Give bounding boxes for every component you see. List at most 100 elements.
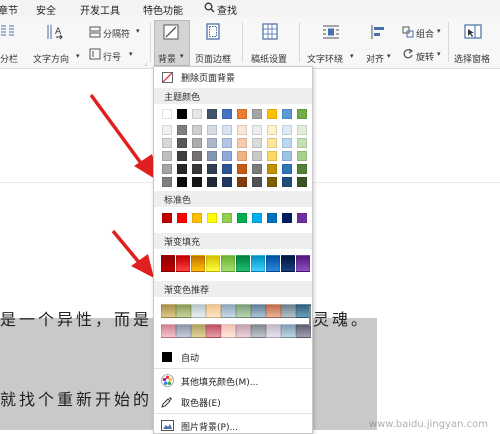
more-colors-item[interactable]: 其他填充颜色(M)... (154, 372, 312, 390)
text-wrap-button[interactable]: 文字环绕 (307, 52, 343, 65)
theme-color-swatch[interactable] (177, 109, 187, 119)
standard-color-swatch[interactable] (207, 213, 217, 223)
gradient-fill-swatch[interactable] (266, 255, 280, 272)
theme-shade-swatch[interactable] (177, 177, 187, 187)
recommended-gradient-swatch[interactable] (176, 304, 191, 318)
theme-shade-swatch[interactable] (297, 177, 307, 187)
theme-shade-swatch[interactable] (297, 125, 307, 135)
rotate-icon[interactable] (402, 48, 414, 63)
theme-shade-swatch[interactable] (237, 125, 247, 135)
theme-shade-swatch[interactable] (162, 125, 172, 135)
line-number-button[interactable]: 行号 (103, 50, 121, 63)
background-button[interactable]: 背景 (158, 52, 176, 65)
theme-color-swatch[interactable] (222, 109, 232, 119)
gradient-fill-swatch[interactable] (281, 255, 295, 272)
recommended-gradient-swatch[interactable] (281, 324, 296, 338)
gradient-fill-swatch[interactable] (236, 255, 250, 272)
theme-color-swatch[interactable] (282, 109, 292, 119)
theme-color-swatch[interactable] (297, 109, 307, 119)
gradient-fill-swatch[interactable] (221, 255, 235, 272)
line-number-icon[interactable] (89, 48, 101, 63)
theme-shade-swatch[interactable] (252, 125, 262, 135)
recommended-gradient-swatch[interactable] (266, 304, 281, 318)
recommended-gradient-swatch[interactable] (206, 324, 221, 338)
theme-color-swatch[interactable] (237, 109, 247, 119)
theme-shade-swatch[interactable] (162, 151, 172, 161)
background-icon[interactable] (163, 24, 179, 43)
recommended-gradient-swatch[interactable] (176, 324, 191, 338)
text-direction-icon[interactable]: A (45, 22, 65, 45)
theme-shade-swatch[interactable] (177, 164, 187, 174)
theme-shade-swatch[interactable] (207, 151, 217, 161)
menu-item-zhangjie[interactable]: 章节 (0, 2, 18, 17)
text-wrap-icon[interactable] (322, 24, 340, 43)
recommended-gradient-swatch[interactable] (191, 324, 206, 338)
theme-color-swatch[interactable] (267, 109, 277, 119)
recommended-gradient-swatch[interactable] (296, 324, 311, 338)
theme-shade-swatch[interactable] (192, 177, 202, 187)
standard-color-swatch[interactable] (162, 213, 172, 223)
document-text-line[interactable]: 是一个异性，而是 (0, 306, 152, 330)
standard-color-swatch[interactable] (282, 213, 292, 223)
standard-color-swatch[interactable] (297, 213, 307, 223)
color-picker-item[interactable]: 取色器(E) (154, 393, 312, 411)
theme-shade-swatch[interactable] (237, 164, 247, 174)
chevron-down-icon[interactable]: ▾ (136, 27, 140, 35)
theme-shade-swatch[interactable] (282, 125, 292, 135)
chevron-down-icon[interactable]: ▾ (350, 52, 354, 60)
theme-color-swatch[interactable] (207, 109, 217, 119)
chevron-down-icon[interactable]: ▾ (180, 52, 184, 60)
theme-shade-swatch[interactable] (282, 177, 292, 187)
theme-shade-swatch[interactable] (177, 125, 187, 135)
theme-shade-swatch[interactable] (267, 151, 277, 161)
menu-item-kaifa-gongju[interactable]: 开发工具 (80, 2, 120, 17)
selection-pane-icon[interactable] (464, 24, 482, 43)
rotate-button[interactable]: 旋转 (416, 50, 434, 63)
page-border-button[interactable]: 页面边框 (195, 52, 231, 65)
page-border-icon[interactable] (206, 23, 220, 43)
theme-shade-swatch[interactable] (267, 138, 277, 148)
gradient-fill-swatch[interactable] (251, 255, 265, 272)
standard-color-swatch[interactable] (222, 213, 232, 223)
recommended-gradient-swatch[interactable] (236, 324, 251, 338)
chevron-down-icon[interactable]: ▾ (76, 52, 80, 60)
picture-background-item[interactable]: 图片背景(P)... (154, 417, 312, 433)
manuscript-settings-button[interactable]: 稿纸设置 (251, 52, 287, 65)
search-icon[interactable] (204, 2, 215, 16)
align-icon[interactable] (370, 24, 386, 43)
menu-item-anquan[interactable]: 安全 (36, 2, 56, 17)
theme-shade-swatch[interactable] (237, 151, 247, 161)
gradient-fill-swatch[interactable] (206, 255, 220, 272)
theme-color-swatch[interactable] (162, 109, 172, 119)
theme-shade-swatch[interactable] (192, 164, 202, 174)
recommended-gradient-swatch[interactable] (281, 304, 296, 318)
recommended-gradient-swatch[interactable] (251, 304, 266, 318)
gradient-fill-swatch[interactable] (296, 255, 310, 272)
gradient-fill-swatch[interactable] (161, 255, 175, 272)
gradient-fill-swatch[interactable] (191, 255, 205, 272)
selection-pane-button[interactable]: 选择窗格 (454, 52, 490, 65)
theme-shade-swatch[interactable] (297, 164, 307, 174)
recommended-gradient-swatch[interactable] (206, 304, 221, 318)
theme-shade-swatch[interactable] (267, 125, 277, 135)
standard-color-swatch[interactable] (267, 213, 277, 223)
recommended-gradient-swatch[interactable] (266, 324, 281, 338)
menu-item-chazhao[interactable]: 查找 (217, 2, 237, 17)
align-button[interactable]: 对齐 (366, 52, 384, 65)
theme-shade-swatch[interactable] (192, 151, 202, 161)
theme-color-swatch[interactable] (252, 109, 262, 119)
chevron-down-icon[interactable]: ▾ (437, 50, 441, 58)
text-direction-button[interactable]: 文字方向 (33, 52, 69, 65)
group-button[interactable]: 组合 (416, 27, 434, 40)
standard-color-swatch[interactable] (237, 213, 247, 223)
theme-shade-swatch[interactable] (297, 151, 307, 161)
theme-shade-swatch[interactable] (297, 138, 307, 148)
theme-shade-swatch[interactable] (252, 164, 262, 174)
recommended-gradient-swatch[interactable] (221, 304, 236, 318)
theme-shade-swatch[interactable] (177, 151, 187, 161)
theme-shade-swatch[interactable] (207, 138, 217, 148)
theme-shade-swatch[interactable] (192, 138, 202, 148)
theme-shade-swatch[interactable] (282, 164, 292, 174)
menu-item-tese-gongneng[interactable]: 特色功能 (143, 2, 183, 17)
theme-shade-swatch[interactable] (162, 177, 172, 187)
